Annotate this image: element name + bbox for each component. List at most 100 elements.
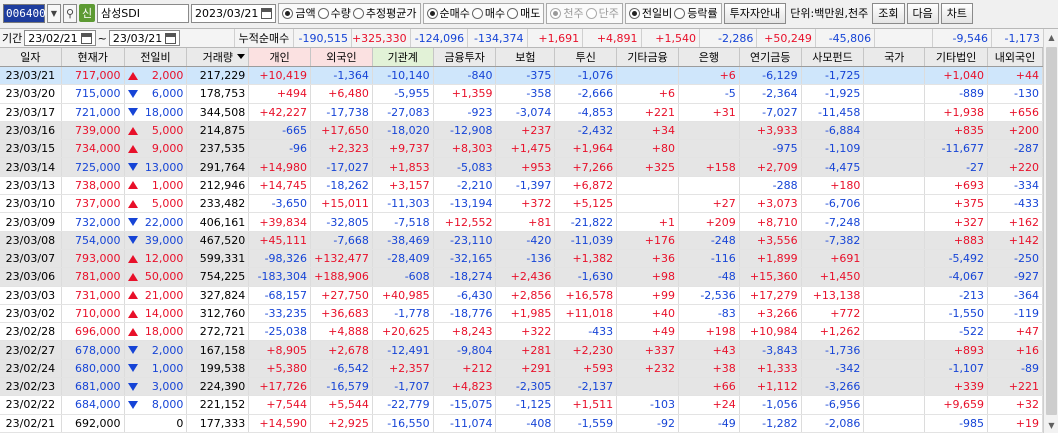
date-picker[interactable]: 2023/03/21	[191, 3, 277, 23]
radio-label: 매도	[520, 7, 541, 20]
price-cell: 715,000	[62, 85, 125, 103]
table-row[interactable]: 23/03/20 715,000 6,000 178,753 +494 +6,480 -5,…	[0, 85, 1043, 104]
value-cell: -5	[679, 85, 740, 103]
value-cell: +14,980	[249, 158, 312, 176]
value-cell: +17,650	[311, 121, 373, 140]
radio-trade-group-0[interactable]: 순매수	[426, 5, 470, 21]
sort-down-icon[interactable]	[237, 54, 246, 59]
radio-unit-type-group-1[interactable]: 단주	[585, 5, 619, 21]
arrow-down-icon	[127, 236, 138, 245]
table-row[interactable]: 23/02/23 681,000 3,000 224,390 +17,726 -16,57…	[0, 378, 1043, 397]
column-header-11[interactable]: 은행	[679, 48, 740, 66]
date-value: 2023/03/21	[195, 6, 259, 20]
table-row[interactable]: 23/02/21 692,000 0 177,333 +14,590 +2,925 -16,…	[0, 414, 1043, 433]
period-from-picker[interactable]: 23/02/21	[24, 30, 96, 46]
value-cell: -420	[496, 231, 556, 249]
date-cell: 23/03/08	[0, 231, 62, 249]
scroll-up-icon[interactable]: ▲	[1044, 29, 1058, 45]
search-button[interactable]: ⚲	[63, 3, 77, 23]
query-button[interactable]: 조회	[872, 2, 905, 24]
date-cell: 23/03/13	[0, 176, 62, 195]
value-cell: +16,578	[555, 286, 618, 304]
column-header-4[interactable]: 개인	[249, 48, 312, 66]
radio-dot-icon	[282, 7, 294, 19]
column-header-7[interactable]: 금융투자	[434, 48, 497, 66]
table-row[interactable]: 23/02/28 696,000 18,000 272,721 -25,038 +4,88…	[0, 323, 1043, 342]
column-header-3[interactable]: 거래량	[187, 48, 250, 66]
column-header-6[interactable]: 기관계	[372, 48, 434, 66]
radio-trade-group-1[interactable]: 매수	[471, 5, 505, 21]
change-value: 14,000	[144, 307, 184, 320]
next-button[interactable]: 다음	[906, 2, 939, 24]
change-value: 2,000	[151, 343, 184, 357]
column-header-0[interactable]: 일자	[0, 48, 62, 66]
value-cell: +8,710	[740, 213, 802, 231]
column-header-14[interactable]: 국가	[864, 48, 926, 66]
volume-cell: 312,760	[187, 304, 250, 323]
table-row[interactable]: 23/03/03 731,000 21,000 327,824 -68,157 +27,7…	[0, 286, 1043, 305]
column-header-9[interactable]: 투신	[555, 48, 618, 66]
column-header-8[interactable]: 보험	[496, 48, 556, 66]
value-cell: +3,266	[740, 304, 802, 323]
column-header-label: 전일비	[140, 51, 171, 64]
value-cell: +221	[617, 103, 679, 121]
table-row[interactable]: 23/03/09 732,000 22,000 406,161 +39,834 -32,8…	[0, 213, 1043, 232]
calendar-icon[interactable]	[165, 32, 177, 44]
table-row[interactable]: 23/03/10 737,000 5,000 233,482 -3,650 +15,011…	[0, 195, 1043, 214]
stock-code-input[interactable]: 006400	[3, 3, 46, 23]
value-cell: -213	[925, 286, 989, 304]
column-header-5[interactable]: 외국인	[311, 48, 373, 66]
period-to-picker[interactable]: 23/03/21	[108, 30, 181, 46]
radio-trade-group-2[interactable]: 매도	[507, 5, 540, 21]
radio-unit-group-1[interactable]: 수량	[317, 5, 351, 21]
table-row[interactable]: 23/02/24 680,000 1,000 199,538 +5,380 -6,542 +…	[0, 359, 1043, 379]
radio-unit-type-group-0[interactable]: 천주	[550, 5, 584, 21]
table-row[interactable]: 23/03/13 738,000 1,000 212,946 +14,745 -18,26…	[0, 176, 1043, 196]
value-cell: +6,872	[555, 176, 618, 195]
column-header-13[interactable]: 사모펀드	[802, 48, 865, 66]
investor-info-button[interactable]: 투자자안내	[723, 2, 787, 24]
column-header-16[interactable]: 내외국인	[988, 48, 1043, 66]
value-cell: -1,925	[802, 85, 865, 103]
table-row[interactable]: 23/03/14 725,000 13,000 291,764 +14,980 -17,0…	[0, 158, 1043, 177]
radio-unit-group-2[interactable]: 추정평균가	[352, 5, 417, 21]
table-row[interactable]: 23/02/22 684,000 8,000 221,152 +7,544 +5,544-…	[0, 396, 1043, 415]
table-row[interactable]: 23/03/17 721,000 18,000 344,508 +42,227 -17,7…	[0, 103, 1043, 122]
column-header-15[interactable]: 기타법인	[925, 48, 989, 66]
period-to-value: 23/03/21	[112, 31, 163, 45]
scroll-down-icon[interactable]: ▼	[1044, 417, 1058, 433]
credit-badge: 신	[79, 4, 95, 22]
value-cell: -408	[496, 414, 556, 432]
column-header-label: 보험	[515, 51, 536, 64]
calendar-icon[interactable]	[80, 32, 92, 44]
chart-button[interactable]: 차트	[940, 2, 974, 24]
column-header-label: 기타금융	[627, 51, 668, 64]
value-cell: -18,020	[373, 121, 434, 140]
radio-unit-group-0[interactable]: 금액	[282, 5, 316, 21]
calendar-icon[interactable]	[261, 7, 273, 19]
table-row[interactable]: 23/03/07 793,000 12,000 599,331 -98,326 +132,…	[0, 249, 1043, 269]
value-cell: +494	[249, 85, 312, 103]
table-row[interactable]: 23/02/27 678,000 2,000 167,158 +8,905 +2,678-…	[0, 341, 1043, 360]
column-header-12[interactable]: 연기금등	[740, 48, 802, 66]
value-cell: -7,518	[373, 213, 434, 231]
table-row[interactable]: 23/03/16 739,000 5,000 214,875 -665 +17,650 -1…	[0, 121, 1043, 141]
table-row[interactable]: 23/03/21 717,000 2,000 217,229 +10,419 -1,364…	[0, 67, 1043, 86]
value-cell	[864, 140, 926, 158]
value-cell: +5,544	[311, 396, 373, 414]
value-cell	[864, 396, 926, 414]
table-row[interactable]: 23/03/06 781,000 50,000 754,225 -183,304 +188…	[0, 268, 1043, 287]
column-header-10[interactable]: 기타금융	[617, 48, 679, 66]
code-dropdown-button[interactable]: ▼	[47, 3, 61, 23]
radio-compare-group-0[interactable]: 전일비	[628, 5, 672, 21]
radio-compare-group-1[interactable]: 등락률	[674, 5, 718, 21]
vertical-scrollbar[interactable]: ▲ ▼	[1043, 29, 1058, 433]
table-body[interactable]: 23/03/21 717,000 2,000 217,229 +10,419 -1,364…	[0, 67, 1043, 433]
table-row[interactable]: 23/03/08 754,000 39,000 467,520 +45,111 -7,66…	[0, 231, 1043, 250]
scroll-thumb[interactable]	[1046, 47, 1057, 415]
value-cell: -23,110	[434, 231, 497, 249]
column-header-2[interactable]: 전일비	[125, 48, 188, 66]
column-header-1[interactable]: 현재가	[62, 48, 125, 66]
table-row[interactable]: 23/03/15 734,000 9,000 237,535 -96 +2,323 +9,7…	[0, 140, 1043, 159]
table-row[interactable]: 23/03/02 710,000 14,000 312,760 -33,235 +36,6…	[0, 304, 1043, 324]
